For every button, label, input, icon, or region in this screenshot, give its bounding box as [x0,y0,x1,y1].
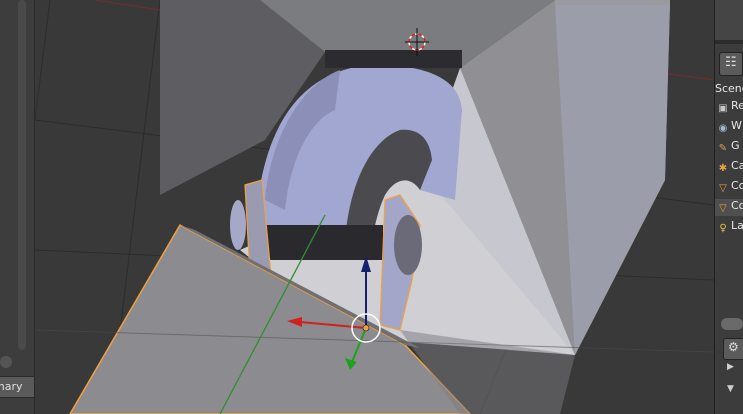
outliner-display-button[interactable]: ☷ [719,52,743,76]
outliner-item-camera[interactable]: ✱Ca [717,159,743,177]
3d-viewport[interactable] [35,0,714,414]
right-pillar-hole [394,215,422,275]
panel-divider[interactable] [715,40,743,44]
blender-window: mary [0,0,743,414]
outliner-item-lamp[interactable]: ♀ La [717,219,743,237]
outliner-item-grease-pencil[interactable]: ✎ G [717,139,743,157]
outliner-scene-label: Scene [715,82,743,95]
outliner-panel: ☷ Scene ▣Re ◉W ✎G ✱Ca ▽Co ▽Co ♀La ⚙ ▶ ▼ [714,0,743,414]
arch-bottom-band [258,225,383,260]
mesh-cone-icon: ▽ [719,183,727,194]
world-icon: ◉ [718,123,728,134]
outliner-item-cone-1[interactable]: ▽Co [717,179,743,197]
properties-icon: ⚙ [728,340,739,354]
expand-triangle-icon[interactable]: ▶ [727,362,734,372]
arch-top-band [325,50,462,68]
collapse-triangle-icon[interactable]: ▼ [727,384,734,394]
mesh-cone-icon: ▽ [719,203,727,214]
outliner-header-area [715,0,743,44]
tool-shelf-toggle[interactable] [0,356,12,368]
viewport-canvas[interactable] [35,0,714,414]
render-layers-icon: ▣ [718,103,728,114]
camera-icon: ✱ [718,163,728,174]
tool-shelf: mary [0,0,35,414]
object-origin [362,324,370,332]
left-pillar-hole [230,200,246,250]
tool-shelf-tab[interactable]: mary [0,376,35,398]
outliner-item-cone-2[interactable]: ▽Co [717,199,743,217]
lamp-icon: ♀ [719,223,727,234]
outliner-item-render-layers[interactable]: ▣Re [717,99,743,117]
box-mesh-right-face [555,0,670,5]
grease-pencil-icon: ✎ [718,143,728,154]
outliner-icon: ☷ [725,55,737,70]
outliner-scrollbar[interactable] [721,318,743,330]
tool-shelf-scrollbar[interactable] [18,0,26,350]
properties-display-button[interactable]: ⚙ [723,338,743,360]
outliner-item-world[interactable]: ◉ W [717,119,743,137]
